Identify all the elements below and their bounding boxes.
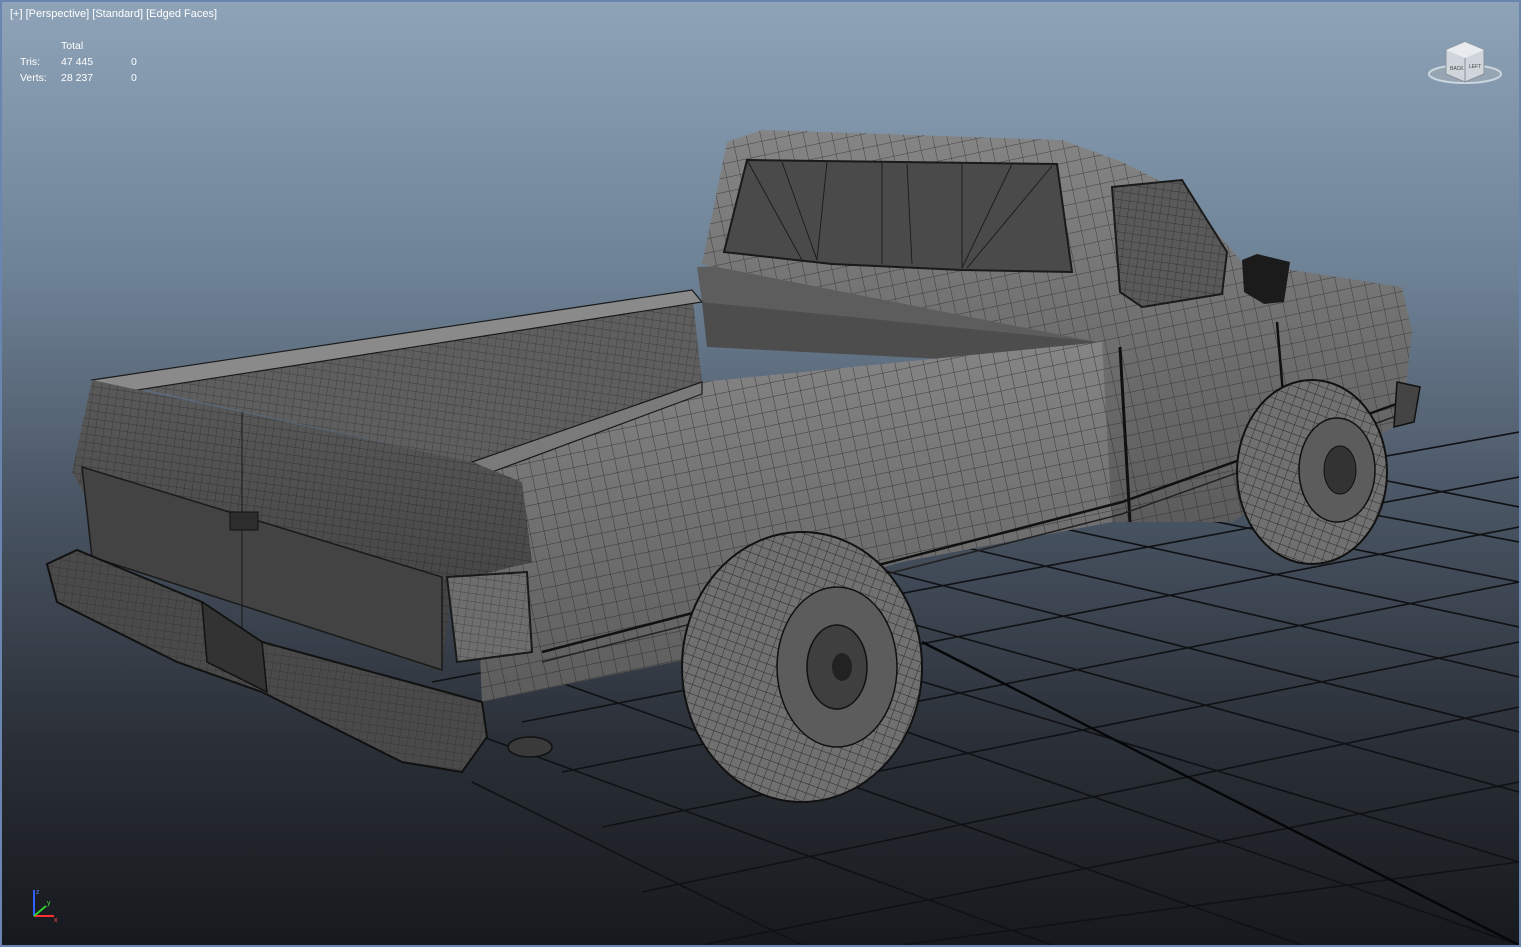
stats-header-total: Total (61, 40, 84, 52)
axis-y-label: y (47, 900, 51, 907)
axis-x-label: x (54, 917, 58, 924)
viewport-shading-menu[interactable]: [Standard] (92, 8, 143, 20)
stats-tris-label: Tris: (20, 56, 41, 68)
stats-verts-selected: 0 (131, 72, 137, 84)
viewport-label-menu[interactable]: [+] [Perspective] [Standard] [Edged Face… (10, 8, 217, 20)
axis-z-label: z (36, 889, 40, 896)
viewport-display-menu[interactable]: [Edged Faces] (146, 8, 217, 20)
pickup-truck-model[interactable] (45, 130, 1421, 803)
viewport-view-menu[interactable]: [Perspective] (26, 8, 90, 20)
stats-verts-label: Verts: (20, 72, 47, 84)
perspective-viewport[interactable]: [+] [Perspective] [Standard] [Edged Face… (0, 0, 1521, 947)
viewcube-face-left[interactable]: LEFT (1469, 64, 1481, 70)
viewport-plus-menu[interactable]: [+] (10, 8, 23, 20)
grid-center-line (921, 640, 1519, 945)
scene-canvas[interactable] (2, 2, 1519, 945)
statistics-overlay: Total Tris: 47 445 0 Verts: 28 237 0 (20, 40, 160, 88)
stats-tris-total: 47 445 (61, 56, 94, 68)
stats-verts-total: 28 237 (61, 72, 94, 84)
axis-tripod-icon: z x y (24, 886, 64, 926)
stats-tris-selected: 0 (131, 56, 137, 68)
viewcube-icon[interactable]: BACK LEFT (1426, 38, 1504, 90)
viewcube-face-back[interactable]: BACK (1450, 66, 1464, 72)
